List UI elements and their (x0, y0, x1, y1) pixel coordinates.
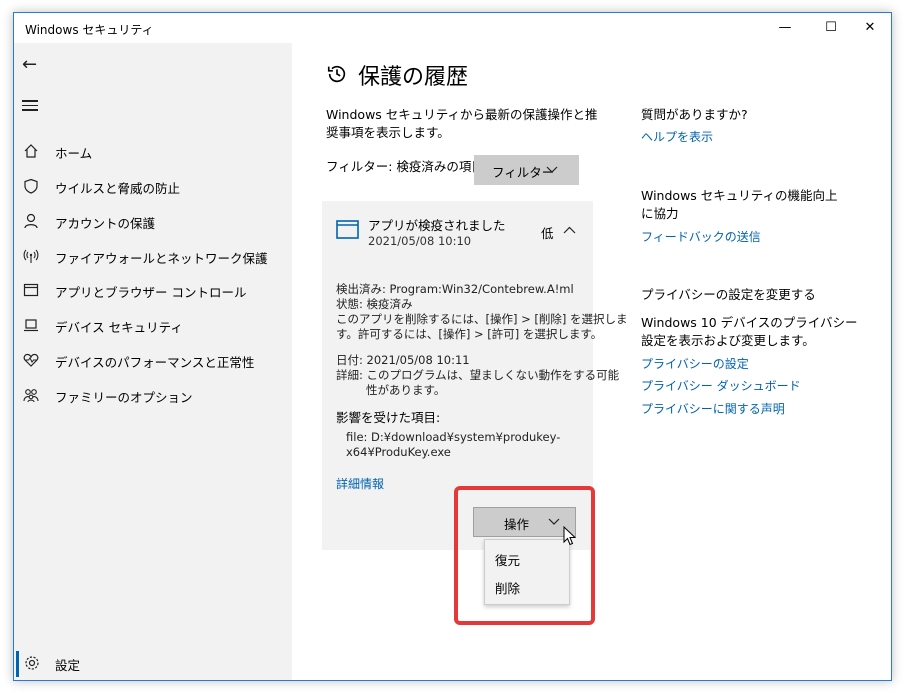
privacy-heading: プライバシーの設定を変更する (641, 287, 816, 302)
affected-file-line-2: x64¥ProduKey.exe (346, 445, 451, 459)
card-title: アプリが検疫されました (368, 218, 506, 233)
sidebar-item-label: ファイアウォールとネットワーク保護 (55, 251, 268, 266)
history-icon (327, 65, 346, 83)
sidebar-item-settings[interactable]: 設定 (14, 647, 292, 680)
app-window: Windows セキュリティ — ☐ ✕ ← ホーム ウイルスと脅威の防止 アカ… (13, 12, 892, 681)
browser-icon (23, 283, 39, 297)
family-icon (23, 389, 39, 403)
sidebar-item-label: ホーム (55, 146, 93, 161)
person-icon (24, 213, 38, 229)
card-timestamp: 2021/05/08 10:10 (368, 234, 472, 248)
title-bar[interactable]: Windows セキュリティ — ☐ ✕ (14, 13, 891, 43)
sidebar-item-account[interactable]: アカウントの保護 (14, 205, 292, 239)
more-info-link[interactable]: 詳細情報 (336, 475, 384, 492)
selection-indicator (16, 651, 19, 677)
privacy-statement-link[interactable]: プライバシーに関する声明 (641, 400, 785, 417)
sidebar-item-label: デバイス セキュリティ (55, 320, 183, 335)
annotation-highlight-box (454, 486, 595, 625)
instruction-line-2: す。許可するには、[操作] > [許可] を選択します。 (336, 327, 603, 341)
app-window-icon (336, 220, 359, 239)
privacy-settings-link[interactable]: プライバシーの設定 (641, 355, 749, 372)
back-arrow-icon[interactable]: ← (22, 55, 42, 75)
sidebar-item-label: アカウントの保護 (55, 216, 156, 231)
page-title-text: 保護の履歴 (358, 65, 469, 90)
sidebar-item-virus[interactable]: ウイルスと脅威の防止 (14, 170, 292, 204)
app-title: Windows セキュリティ (25, 23, 154, 37)
detail-line-1: 詳細: このプログラムは、望ましくない動作をする可能 (336, 368, 620, 382)
filter-label: フィルター: 検疫済みの項目 (326, 159, 484, 174)
affected-heading: 影響を受けた項目: (336, 410, 441, 425)
questions-heading: 質問がありますか? (641, 107, 748, 122)
chevron-up-icon[interactable] (563, 226, 576, 234)
sidebar: ← ホーム ウイルスと脅威の防止 アカウントの保護 ファイアウォールとネットワー… (14, 43, 292, 680)
filter-button[interactable]: フィルター (474, 155, 579, 185)
antenna-icon (23, 249, 39, 263)
detected-line: 検出済み: Program:Win32/Contebrew.A!ml (336, 282, 574, 296)
gear-icon (25, 656, 39, 670)
shield-icon (24, 178, 38, 194)
laptop-icon (24, 319, 38, 332)
sidebar-item-performance[interactable]: デバイスのパフォーマンスと正常性 (14, 344, 292, 378)
sidebar-item-family[interactable]: ファミリーのオプション (14, 379, 292, 413)
status-line: 状態: 検疫済み (336, 297, 413, 311)
sidebar-item-label: アプリとブラウザー コントロール (55, 285, 247, 300)
heart-icon (23, 353, 39, 367)
sidebar-item-app-browser[interactable]: アプリとブラウザー コントロール (14, 274, 292, 308)
instruction-line-1: このアプリを削除するには、[操作] > [削除] を選択しま (336, 312, 628, 326)
date-line: 日付: 2021/05/08 10:11 (336, 353, 470, 367)
minimize-button[interactable]: — (762, 13, 808, 43)
sidebar-item-label: ウイルスと脅威の防止 (55, 181, 181, 196)
sidebar-item-firewall[interactable]: ファイアウォールとネットワーク保護 (14, 240, 292, 274)
sidebar-item-device-security[interactable]: デバイス セキュリティ (14, 309, 292, 343)
detail-line-2: 性があります。 (366, 383, 446, 397)
sidebar-item-home[interactable]: ホーム (14, 135, 292, 169)
help-link[interactable]: ヘルプを表示 (641, 128, 713, 145)
sidebar-item-label: ファミリーのオプション (55, 390, 193, 405)
sidebar-item-label: 設定 (55, 658, 81, 673)
chevron-down-icon (546, 166, 558, 173)
filter-button-label: フィルター (492, 165, 555, 180)
close-button[interactable]: ✕ (847, 13, 891, 43)
improve-heading: Windows セキュリティの機能向上に協力 (641, 188, 838, 221)
feedback-link[interactable]: フィードバックの送信 (641, 228, 761, 245)
home-icon (24, 144, 38, 158)
privacy-dashboard-link[interactable]: プライバシー ダッシュボード (641, 377, 801, 394)
sidebar-item-label: デバイスのパフォーマンスと正常性 (55, 355, 255, 370)
privacy-description: Windows 10 デバイスのプライバシー設定を表示および変更します。 (641, 315, 858, 348)
hamburger-menu-icon[interactable] (22, 100, 38, 112)
page-description: Windows セキュリティから最新の保護操作と推奨事項を表示します。 (326, 107, 598, 140)
affected-file-line-1: file: D:¥download¥system¥produkey- (346, 430, 561, 444)
severity-label: 低 (541, 226, 554, 241)
